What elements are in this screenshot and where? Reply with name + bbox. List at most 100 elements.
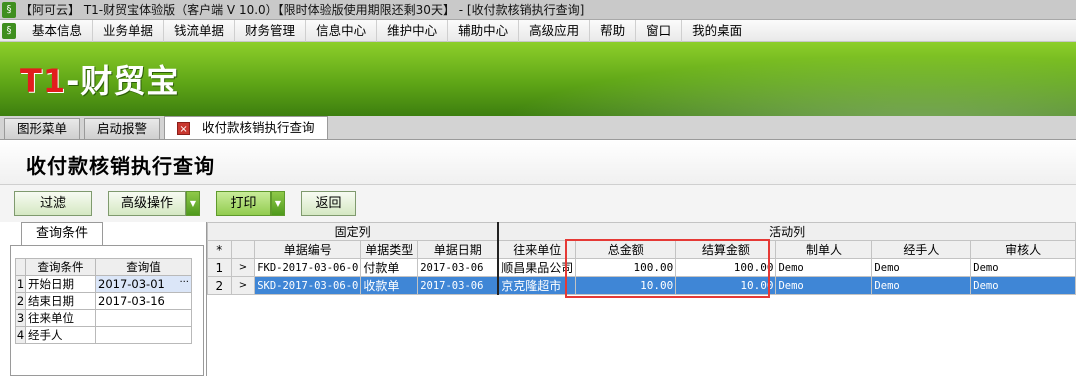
- end-date-field[interactable]: 2017-03-16: [95, 292, 192, 310]
- cell-doc-number[interactable]: SKD-2017-03-06-0: [254, 276, 362, 295]
- grid-corner: *: [207, 240, 232, 259]
- query-row[interactable]: 4 经手人: [15, 326, 192, 344]
- col-header-handler[interactable]: 经手人: [871, 240, 972, 259]
- cell-partner-unit[interactable]: 京克隆超市: [497, 276, 577, 295]
- cell-doc-number[interactable]: FKD-2017-03-06-0: [254, 258, 362, 277]
- col-header-doc-number[interactable]: 单据编号: [254, 240, 362, 259]
- cell-settled-amount[interactable]: 10.00: [675, 276, 777, 295]
- tab-label: 启动报警: [97, 121, 148, 136]
- tab-strip: 图形菜单 启动报警 × 收付款核销执行查询: [0, 116, 1076, 140]
- col-header-doc-type[interactable]: 单据类型: [360, 240, 419, 259]
- cell-doc-type[interactable]: 收款单: [360, 276, 419, 295]
- query-condition-name: 开始日期: [25, 275, 96, 293]
- col-header-doc-date[interactable]: 单据日期: [417, 240, 499, 259]
- tab-graphic-menu[interactable]: 图形菜单: [4, 118, 81, 139]
- menu-my-desktop[interactable]: 我的桌面: [682, 20, 752, 42]
- filter-button[interactable]: 过滤: [14, 191, 92, 216]
- menubar: § 基本信息 业务单据 钱流单据 财务管理 信息中心 维护中心 辅助中心 高级应…: [0, 19, 1076, 42]
- cell-handler[interactable]: Demo: [871, 258, 972, 277]
- cell-handler[interactable]: Demo: [871, 276, 972, 295]
- handler-field[interactable]: [95, 326, 192, 344]
- print-dropdown-icon[interactable]: ▼: [271, 191, 285, 216]
- back-button[interactable]: 返回: [301, 191, 356, 216]
- query-row-number: 3: [15, 309, 26, 327]
- query-conditions-tab[interactable]: 查询条件: [21, 222, 103, 246]
- cell-creator[interactable]: Demo: [775, 258, 873, 277]
- query-header-condition: 查询条件: [25, 258, 96, 276]
- table-row[interactable]: 1 > FKD-2017-03-06-0 付款单 2017-03-06 顺昌果品…: [207, 258, 1076, 277]
- tab-label: 收付款核销执行查询: [202, 120, 315, 135]
- window-title: 【阿可云】 T1-财贸宝体验版（客户端 V 10.0）【限时体验版使用期限还剩3…: [20, 3, 585, 17]
- close-tab-icon[interactable]: ×: [177, 121, 191, 135]
- query-condition-name: 结束日期: [25, 292, 96, 310]
- window-titlebar: § 【阿可云】 T1-财贸宝体验版（客户端 V 10.0）【限时体验版使用期限还…: [0, 0, 1076, 20]
- col-header-total-amount[interactable]: 总金额: [575, 240, 677, 259]
- query-condition-name: 经手人: [25, 326, 96, 344]
- menu-business-docs[interactable]: 业务单据: [93, 19, 165, 42]
- results-grid: 固定列 活动列 * 单据编号 单据类型 单据日期 往来单位 总金额 结算金额 制…: [207, 222, 1076, 295]
- query-header-value: 查询值: [95, 258, 192, 276]
- row-number: 1: [207, 258, 232, 277]
- ellipsis-button-icon[interactable]: ···: [179, 277, 189, 288]
- col-header-creator[interactable]: 制单人: [775, 240, 873, 259]
- tab-payment-writeoff-query[interactable]: × 收付款核销执行查询: [164, 116, 328, 139]
- row-expand-icon[interactable]: >: [230, 276, 256, 295]
- cell-auditor[interactable]: Demo: [970, 276, 1076, 295]
- cell-settled-amount[interactable]: 100.00: [675, 258, 777, 277]
- page-title: 收付款核销执行查询: [26, 154, 215, 178]
- tab-label: 图形菜单: [17, 121, 68, 136]
- tab-startup-alerts[interactable]: 启动报警: [84, 118, 161, 139]
- results-grid-area: 固定列 活动列 * 单据编号 单据类型 单据日期 往来单位 总金额 结算金额 制…: [206, 222, 1076, 376]
- advanced-ops-dropdown-icon[interactable]: ▼: [186, 191, 200, 216]
- menu-advanced[interactable]: 高级应用: [519, 19, 591, 42]
- banner-decoration: [420, 42, 1076, 116]
- menu-finance[interactable]: 财务管理: [235, 19, 307, 42]
- active-columns-group: 活动列: [497, 222, 1076, 241]
- query-conditions-panel: 查询条件 查询条件 查询值 1 开始日期 2017-03-01 ··· 2 结束日…: [10, 222, 204, 376]
- col-header-auditor[interactable]: 审核人: [970, 240, 1076, 259]
- menu-cashflow-docs[interactable]: 钱流单据: [164, 19, 236, 42]
- cell-total-amount[interactable]: 100.00: [575, 258, 677, 277]
- query-conditions-table: 查询条件 查询值 1 开始日期 2017-03-01 ··· 2 结束日期 201…: [15, 258, 192, 344]
- query-row-number: 4: [15, 326, 26, 344]
- cell-doc-date[interactable]: 2017-03-06: [417, 276, 499, 295]
- app-icon: §: [2, 1, 16, 18]
- start-date-value: 2017-03-01: [98, 277, 165, 291]
- query-row[interactable]: 3 往来单位: [15, 309, 192, 327]
- cell-auditor[interactable]: Demo: [970, 258, 1076, 277]
- app-menu-icon[interactable]: §: [2, 22, 16, 39]
- cell-doc-type[interactable]: 付款单: [360, 258, 419, 277]
- cell-total-amount[interactable]: 10.00: [575, 276, 677, 295]
- print-button[interactable]: 打印: [216, 191, 271, 216]
- menu-info-center[interactable]: 信息中心: [306, 19, 378, 42]
- brand-logo: T1-财贸宝: [20, 62, 180, 100]
- advanced-ops-button[interactable]: 高级操作: [108, 191, 186, 216]
- menu-window[interactable]: 窗口: [636, 19, 683, 42]
- row-expand-icon[interactable]: >: [230, 258, 256, 277]
- table-row-selected[interactable]: 2 > SKD-2017-03-06-0 收款单 2017-03-06 京克隆超…: [207, 276, 1076, 295]
- grid-indicator-header: [230, 240, 256, 259]
- query-row[interactable]: 1 开始日期 2017-03-01 ···: [15, 275, 192, 293]
- row-number: 2: [207, 276, 232, 295]
- query-row[interactable]: 2 结束日期 2017-03-16: [15, 292, 192, 310]
- menu-help[interactable]: 帮助: [590, 19, 637, 42]
- cell-partner-unit[interactable]: 顺昌果品公司: [497, 258, 577, 277]
- fixed-columns-group: 固定列: [207, 222, 499, 241]
- menu-auxiliary[interactable]: 辅助中心: [448, 19, 520, 42]
- query-condition-name: 往来单位: [25, 309, 96, 327]
- menu-maintenance[interactable]: 维护中心: [377, 19, 449, 42]
- cell-doc-date[interactable]: 2017-03-06: [417, 258, 499, 277]
- query-conditions-body: 查询条件 查询值 1 开始日期 2017-03-01 ··· 2 结束日期 201…: [10, 245, 204, 376]
- partner-unit-field[interactable]: [95, 309, 192, 327]
- menu-basic-info[interactable]: 基本信息: [22, 19, 94, 42]
- cell-creator[interactable]: Demo: [775, 276, 873, 295]
- brand-banner: T1-财贸宝: [0, 42, 1076, 116]
- toolbar: 过滤 高级操作 ▼ 打印 ▼ 返回: [0, 185, 1076, 222]
- col-header-partner-unit[interactable]: 往来单位: [497, 240, 577, 259]
- query-row-number: 2: [15, 292, 26, 310]
- page-header: 收付款核销执行查询: [0, 140, 1076, 185]
- start-date-field[interactable]: 2017-03-01 ···: [95, 275, 192, 293]
- query-row-number: 1: [15, 275, 26, 293]
- col-header-settled-amount[interactable]: 结算金额: [675, 240, 777, 259]
- query-header-corner: [15, 258, 26, 276]
